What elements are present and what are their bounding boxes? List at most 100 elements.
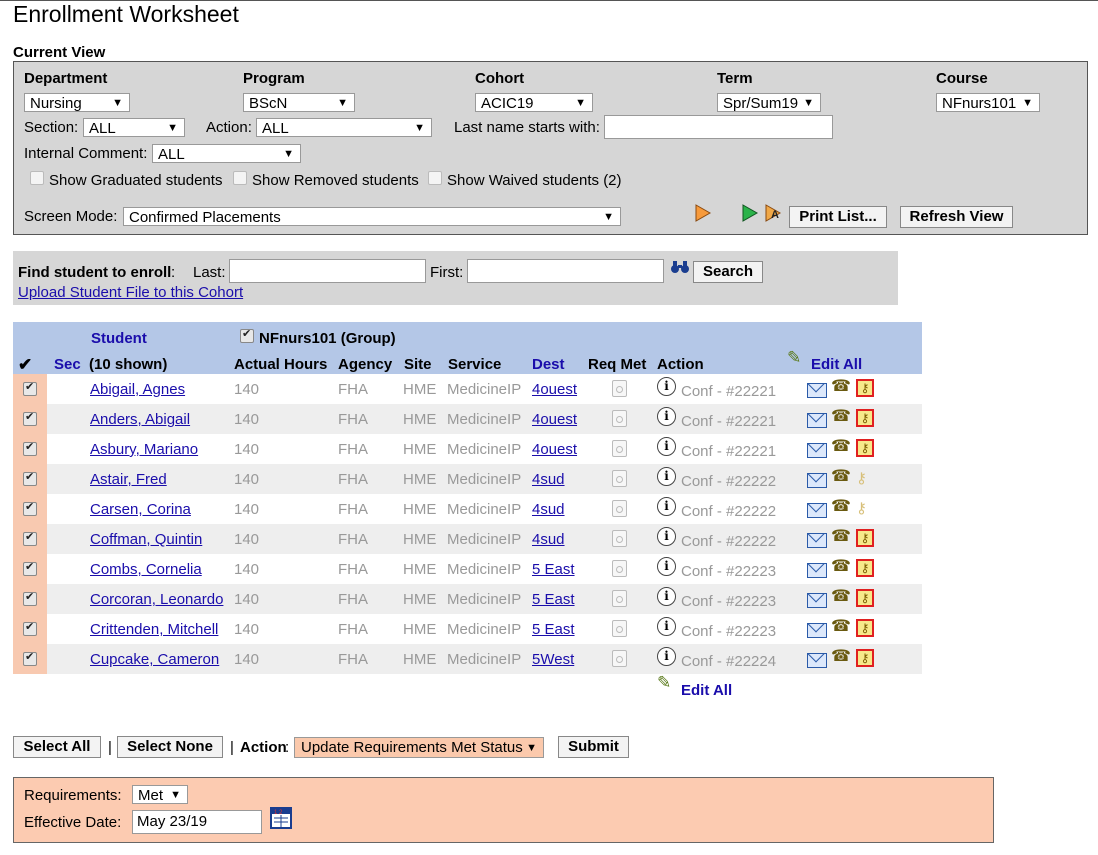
row-select-checkbox[interactable]: [23, 560, 37, 576]
mail-icon[interactable]: [807, 503, 827, 518]
course-select[interactable]: NFnurs101 ▼: [936, 93, 1040, 112]
student-name-link[interactable]: Cupcake, Cameron: [90, 651, 219, 668]
key-icon[interactable]: ⚷: [856, 649, 874, 667]
requirements-status-icon[interactable]: [612, 440, 627, 457]
phone-icon[interactable]: ☎: [831, 498, 851, 515]
phone-icon[interactable]: ☎: [831, 408, 851, 425]
mail-icon[interactable]: [807, 413, 827, 428]
group-checkbox[interactable]: [240, 327, 254, 343]
show-removed-checkbox[interactable]: [233, 171, 247, 185]
row-select-checkbox[interactable]: [23, 470, 37, 486]
dest-link[interactable]: 4ouest: [532, 441, 577, 458]
mail-icon[interactable]: [807, 443, 827, 458]
info-icon[interactable]: i: [657, 647, 676, 666]
mail-icon[interactable]: [807, 533, 827, 548]
requirements-status-icon[interactable]: [612, 590, 627, 607]
select-all-button[interactable]: Select All: [13, 736, 101, 758]
phone-icon[interactable]: ☎: [831, 378, 851, 395]
student-name-link[interactable]: Abigail, Agnes: [90, 381, 185, 398]
section-select[interactable]: ALL ▼: [83, 118, 185, 137]
mail-icon[interactable]: [807, 623, 827, 638]
dest-link[interactable]: 5 East: [532, 591, 575, 608]
phone-icon[interactable]: ☎: [831, 468, 851, 485]
binoculars-icon[interactable]: [670, 259, 690, 275]
show-graduated-checkbox[interactable]: [30, 171, 44, 185]
info-icon[interactable]: i: [657, 617, 676, 636]
term-select[interactable]: Spr/Sum19 ▼: [717, 93, 821, 112]
info-icon[interactable]: i: [657, 437, 676, 456]
requirements-status-icon[interactable]: [612, 410, 627, 427]
edit-all-footer-link[interactable]: Edit All: [681, 682, 732, 699]
mail-icon[interactable]: [807, 473, 827, 488]
dest-column-header[interactable]: Dest: [532, 356, 565, 373]
student-name-link[interactable]: Corcoran, Leonardo: [90, 591, 223, 608]
row-select-checkbox[interactable]: [23, 620, 37, 636]
row-select-checkbox[interactable]: [23, 410, 37, 426]
select-column-check[interactable]: ✔: [18, 355, 32, 375]
student-name-link[interactable]: Anders, Abigail: [90, 411, 190, 428]
submit-button[interactable]: Submit: [558, 736, 629, 758]
play-alpha-icon[interactable]: A: [764, 203, 784, 223]
row-select-checkbox[interactable]: [23, 650, 37, 666]
phone-icon[interactable]: ☎: [831, 528, 851, 545]
row-select-checkbox[interactable]: [23, 530, 37, 546]
dest-link[interactable]: 4ouest: [532, 381, 577, 398]
select-none-button[interactable]: Select None: [117, 736, 223, 758]
mail-icon[interactable]: [807, 593, 827, 608]
dest-link[interactable]: 5 East: [532, 561, 575, 578]
info-icon[interactable]: i: [657, 377, 676, 396]
student-name-link[interactable]: Combs, Cornelia: [90, 561, 202, 578]
student-name-link[interactable]: Crittenden, Mitchell: [90, 621, 218, 638]
requirements-status-icon[interactable]: [612, 380, 627, 397]
phone-icon[interactable]: ☎: [831, 558, 851, 575]
requirements-select[interactable]: Met ▼: [132, 785, 188, 804]
info-icon[interactable]: i: [657, 557, 676, 576]
info-icon[interactable]: i: [657, 497, 676, 516]
info-icon[interactable]: i: [657, 587, 676, 606]
phone-icon[interactable]: ☎: [831, 588, 851, 605]
program-select[interactable]: BScN ▼: [243, 93, 355, 112]
requirements-status-icon[interactable]: [612, 560, 627, 577]
search-button[interactable]: Search: [693, 261, 763, 283]
play-orange-icon[interactable]: [694, 204, 712, 222]
mail-icon[interactable]: [807, 563, 827, 578]
key-icon[interactable]: ⚷: [856, 529, 874, 547]
dest-link[interactable]: 4sud: [532, 471, 565, 488]
print-list-button[interactable]: Print List...: [789, 206, 887, 228]
key-icon[interactable]: ⚷: [856, 469, 867, 487]
mail-icon[interactable]: [807, 383, 827, 398]
action-filter-select[interactable]: ALL ▼: [256, 118, 432, 137]
student-name-link[interactable]: Astair, Fred: [90, 471, 167, 488]
phone-icon[interactable]: ☎: [831, 618, 851, 635]
key-icon[interactable]: ⚷: [856, 409, 874, 427]
requirements-status-icon[interactable]: [612, 620, 627, 637]
row-select-checkbox[interactable]: [23, 500, 37, 516]
calendar-icon[interactable]: 1 2: [270, 807, 292, 829]
info-icon[interactable]: i: [657, 527, 676, 546]
requirements-status-icon[interactable]: [612, 650, 627, 667]
key-icon[interactable]: ⚷: [856, 499, 867, 517]
last-name-input[interactable]: [604, 115, 833, 139]
key-icon[interactable]: ⚷: [856, 589, 874, 607]
requirements-status-icon[interactable]: [612, 470, 627, 487]
key-icon[interactable]: ⚷: [856, 619, 874, 637]
requirements-status-icon[interactable]: [612, 530, 627, 547]
row-select-checkbox[interactable]: [23, 440, 37, 456]
student-name-link[interactable]: Carsen, Corina: [90, 501, 191, 518]
play-green-icon[interactable]: [741, 204, 759, 222]
student-name-link[interactable]: Asbury, Mariano: [90, 441, 198, 458]
dest-link[interactable]: 5West: [532, 651, 574, 668]
find-first-input[interactable]: [467, 259, 664, 283]
key-icon[interactable]: ⚷: [856, 439, 874, 457]
key-icon[interactable]: ⚷: [856, 559, 874, 577]
info-icon[interactable]: i: [657, 407, 676, 426]
screen-mode-select[interactable]: Confirmed Placements ▼: [123, 207, 621, 226]
department-select[interactable]: Nursing ▼: [24, 93, 130, 112]
refresh-view-button[interactable]: Refresh View: [900, 206, 1013, 228]
phone-icon[interactable]: ☎: [831, 438, 851, 455]
edit-all-header-link[interactable]: Edit All: [811, 356, 862, 373]
mail-icon[interactable]: [807, 653, 827, 668]
key-icon[interactable]: ⚷: [856, 379, 874, 397]
requirements-status-icon[interactable]: [612, 500, 627, 517]
show-waived-checkbox[interactable]: [428, 171, 442, 185]
